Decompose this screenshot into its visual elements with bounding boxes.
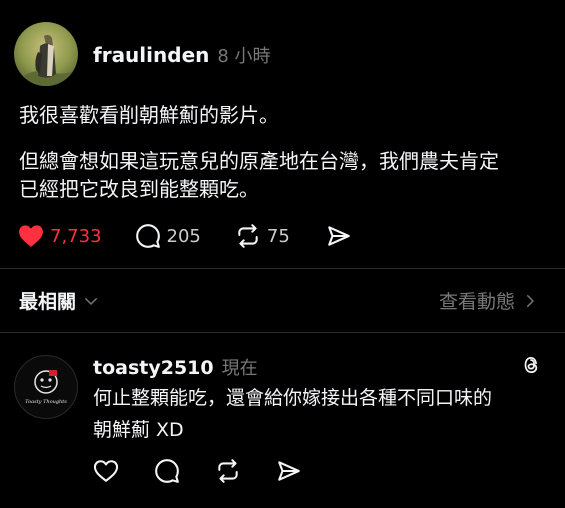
post-actions: 7,733 205 75 [18,221,352,251]
threads-icon [520,353,542,381]
post-text-line: 但總會想如果這玩意兒的原產地在台灣，我們農夫肯定 [19,149,499,173]
divider [0,268,565,269]
reply-repost-button[interactable] [215,458,241,484]
reply-text-line: 朝鮮薊 XD [93,419,184,441]
heart-icon [93,460,119,482]
like-count: 7,733 [50,225,102,247]
post-timestamp: 8 小時 [217,46,271,67]
repost-icon [218,459,238,483]
sort-selector[interactable]: 最相關 [19,287,100,314]
post-text-line: 已經把它改良到能整顆吃。 [19,177,259,201]
repost-icon [238,224,258,248]
reply-avatar-image: Toasty Thoughts [25,370,67,405]
comment-bubble-icon [155,459,179,483]
reply-actions [93,458,337,484]
reply-author-name[interactable]: toasty2510 [93,357,214,379]
divider [0,332,565,333]
reply-avatar[interactable]: Toasty Thoughts [14,355,78,419]
post-text-line: 我很喜歡看削朝鮮薊的影片。 [19,103,279,127]
avatar[interactable] [14,22,78,86]
reply-header: toasty2510 現在 [93,354,258,380]
repost-button[interactable]: 75 [235,223,290,249]
avatar-image [14,22,78,86]
reply-share-button[interactable] [276,458,302,484]
reply-timestamp: 現在 [221,358,258,379]
sort-label: 最相關 [19,291,77,313]
comment-bubble-icon [135,224,160,248]
reply-button[interactable]: 205 [135,223,201,249]
reply-like-button[interactable] [93,459,119,483]
send-icon [278,461,300,481]
reply-avatar-text: Toasty Thoughts [25,399,67,405]
view-activity-label: 查看動態 [438,291,515,313]
author-name[interactable]: fraulinden [93,43,209,67]
reply-text-line: 何止整顆能吃，還會給你嫁接出各種不同口味的 [93,387,493,409]
repost-count: 75 [266,225,290,247]
reply-count: 205 [166,225,201,247]
chevron-down-icon [85,297,98,305]
reply-comment-button[interactable] [154,458,180,484]
send-icon [328,226,350,246]
heart-icon [19,225,43,247]
share-button[interactable] [326,223,352,249]
chevron-right-icon [527,294,534,307]
view-activity-link[interactable]: 查看動態 [439,287,539,314]
like-button[interactable]: 7,733 [18,224,102,248]
post-header: fraulinden 8 小時 [93,42,271,68]
